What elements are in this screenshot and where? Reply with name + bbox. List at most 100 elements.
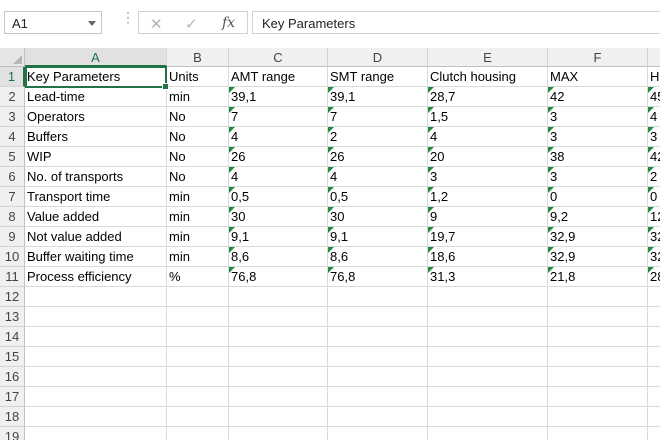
- cell-c9[interactable]: 9,1: [229, 227, 328, 247]
- cell-f18[interactable]: [548, 407, 648, 427]
- column-header-g[interactable]: G: [648, 48, 660, 67]
- cell-b1[interactable]: Units: [167, 67, 229, 87]
- cell-f19[interactable]: [548, 427, 648, 440]
- cell-g9[interactable]: 32: [648, 227, 660, 247]
- row-header-5[interactable]: 5: [0, 147, 25, 167]
- cell-g18[interactable]: [648, 407, 660, 427]
- cell-b16[interactable]: [167, 367, 229, 387]
- cell-d19[interactable]: [328, 427, 428, 440]
- row-header-11[interactable]: 11: [0, 267, 25, 287]
- cell-a7[interactable]: Transport time: [25, 187, 167, 207]
- cell-a9[interactable]: Not value added: [25, 227, 167, 247]
- cell-d13[interactable]: [328, 307, 428, 327]
- cell-c18[interactable]: [229, 407, 328, 427]
- cell-a2[interactable]: Lead-time: [25, 87, 167, 107]
- row-header-10[interactable]: 10: [0, 247, 25, 267]
- cell-f9[interactable]: 32,9: [548, 227, 648, 247]
- row-header-9[interactable]: 9: [0, 227, 25, 247]
- cell-a16[interactable]: [25, 367, 167, 387]
- cell-e15[interactable]: [428, 347, 548, 367]
- cell-a8[interactable]: Value added: [25, 207, 167, 227]
- cell-c6[interactable]: 4: [229, 167, 328, 187]
- cell-e7[interactable]: 1,2: [428, 187, 548, 207]
- select-all-button[interactable]: [0, 48, 25, 67]
- cell-g2[interactable]: 45: [648, 87, 660, 107]
- row-header-4[interactable]: 4: [0, 127, 25, 147]
- cell-a10[interactable]: Buffer waiting time: [25, 247, 167, 267]
- cell-e8[interactable]: 9: [428, 207, 548, 227]
- cell-f2[interactable]: 42: [548, 87, 648, 107]
- cell-g10[interactable]: 32: [648, 247, 660, 267]
- cell-e12[interactable]: [428, 287, 548, 307]
- cell-f17[interactable]: [548, 387, 648, 407]
- cell-f8[interactable]: 9,2: [548, 207, 648, 227]
- cell-g5[interactable]: 42: [648, 147, 660, 167]
- cell-c7[interactable]: 0,5: [229, 187, 328, 207]
- row-header-19[interactable]: 19: [0, 427, 25, 440]
- cell-c13[interactable]: [229, 307, 328, 327]
- cell-a12[interactable]: [25, 287, 167, 307]
- cell-e5[interactable]: 20: [428, 147, 548, 167]
- cell-d3[interactable]: 7: [328, 107, 428, 127]
- cell-a14[interactable]: [25, 327, 167, 347]
- cell-f7[interactable]: 0: [548, 187, 648, 207]
- row-header-8[interactable]: 8: [0, 207, 25, 227]
- cell-f14[interactable]: [548, 327, 648, 347]
- column-header-d[interactable]: D: [328, 48, 428, 67]
- cell-b17[interactable]: [167, 387, 229, 407]
- insert-function-icon[interactable]: fx: [222, 15, 235, 31]
- cell-c8[interactable]: 30: [229, 207, 328, 227]
- cell-g19[interactable]: [648, 427, 660, 440]
- cell-e17[interactable]: [428, 387, 548, 407]
- cell-g7[interactable]: 0: [648, 187, 660, 207]
- name-box[interactable]: A1: [4, 11, 102, 34]
- cell-c1[interactable]: AMT range: [229, 67, 328, 87]
- cell-e18[interactable]: [428, 407, 548, 427]
- row-header-15[interactable]: 15: [0, 347, 25, 367]
- column-header-f[interactable]: F: [548, 48, 648, 67]
- cell-b5[interactable]: No: [167, 147, 229, 167]
- cell-d4[interactable]: 2: [328, 127, 428, 147]
- cell-b19[interactable]: [167, 427, 229, 440]
- cell-e13[interactable]: [428, 307, 548, 327]
- row-header-16[interactable]: 16: [0, 367, 25, 387]
- row-header-14[interactable]: 14: [0, 327, 25, 347]
- cell-e3[interactable]: 1,5: [428, 107, 548, 127]
- cell-e10[interactable]: 18,6: [428, 247, 548, 267]
- cell-d9[interactable]: 9,1: [328, 227, 428, 247]
- cell-d17[interactable]: [328, 387, 428, 407]
- enter-icon[interactable]: ✓: [185, 15, 198, 33]
- cell-g13[interactable]: [648, 307, 660, 327]
- cell-g3[interactable]: 4: [648, 107, 660, 127]
- cell-b2[interactable]: min: [167, 87, 229, 107]
- row-header-7[interactable]: 7: [0, 187, 25, 207]
- cell-f10[interactable]: 32,9: [548, 247, 648, 267]
- cell-d7[interactable]: 0,5: [328, 187, 428, 207]
- cell-e2[interactable]: 28,7: [428, 87, 548, 107]
- cell-b12[interactable]: [167, 287, 229, 307]
- cell-a5[interactable]: WIP: [25, 147, 167, 167]
- cell-c11[interactable]: 76,8: [229, 267, 328, 287]
- cell-e19[interactable]: [428, 427, 548, 440]
- cell-b4[interactable]: No: [167, 127, 229, 147]
- cell-g14[interactable]: [648, 327, 660, 347]
- cell-b6[interactable]: No: [167, 167, 229, 187]
- cell-a17[interactable]: [25, 387, 167, 407]
- row-header-12[interactable]: 12: [0, 287, 25, 307]
- cell-d11[interactable]: 76,8: [328, 267, 428, 287]
- cell-d2[interactable]: 39,1: [328, 87, 428, 107]
- cell-c10[interactable]: 8,6: [229, 247, 328, 267]
- row-header-18[interactable]: 18: [0, 407, 25, 427]
- cell-c14[interactable]: [229, 327, 328, 347]
- row-header-13[interactable]: 13: [0, 307, 25, 327]
- cell-e6[interactable]: 3: [428, 167, 548, 187]
- cell-f16[interactable]: [548, 367, 648, 387]
- cell-g17[interactable]: [648, 387, 660, 407]
- cell-g11[interactable]: 28: [648, 267, 660, 287]
- cell-f5[interactable]: 38: [548, 147, 648, 167]
- cell-e14[interactable]: [428, 327, 548, 347]
- cell-c5[interactable]: 26: [229, 147, 328, 167]
- cell-e4[interactable]: 4: [428, 127, 548, 147]
- cell-g8[interactable]: 12: [648, 207, 660, 227]
- cell-b18[interactable]: [167, 407, 229, 427]
